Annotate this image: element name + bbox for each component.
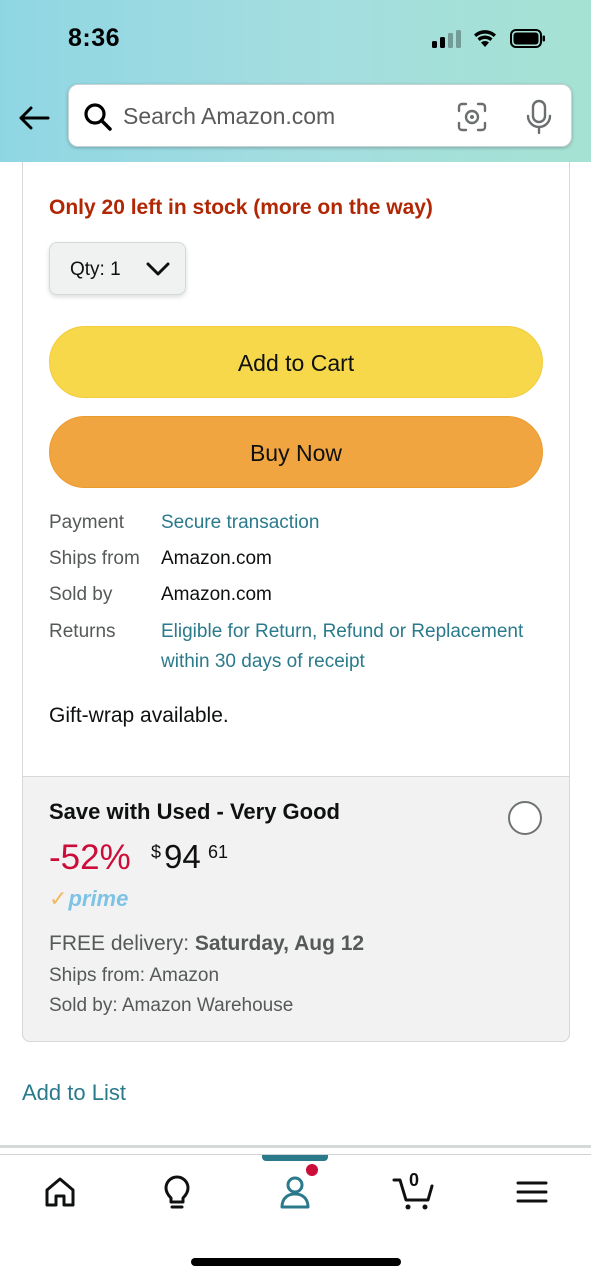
home-icon[interactable] [40,1172,80,1212]
ships-from-value: Amazon.com [161,548,272,569]
prime-check-icon: ✓ [49,886,68,911]
buy-now-button[interactable]: Buy Now [49,416,543,488]
search-bar[interactable] [68,84,572,147]
header-bar: 8:36 [0,0,591,162]
sold-by-value: Amazon.com [161,584,272,605]
cart-count: 0 [409,1170,420,1190]
microphone-icon[interactable] [524,99,554,135]
cellular-signal-icon [432,30,462,48]
camera-scan-icon[interactable] [456,101,488,133]
wifi-icon [474,30,496,47]
back-arrow-icon[interactable] [16,100,52,136]
lightbulb-icon[interactable] [157,1172,197,1212]
quantity-label: Qty: 1 [70,259,121,280]
used-offer-title: Save with Used - Very Good [49,799,340,824]
used-ships-from: Ships from: Amazon [49,965,220,986]
returns-policy-link[interactable]: Eligible for Return, Refund or Replaceme… [161,621,523,673]
prime-badge: ✓prime [49,886,129,911]
payment-label: Payment [49,512,124,533]
delivery-info: FREE delivery: Saturday, Aug 12 [49,932,365,955]
secure-transaction-link[interactable]: Secure transaction [161,512,319,534]
ships-from-label: Ships from [49,548,140,569]
battery-icon [510,29,545,48]
chevron-down-icon [146,262,170,276]
quantity-value: 1 [110,259,121,280]
menu-icon[interactable] [512,1172,552,1212]
stock-message: Only 20 left in stock (more on the way) [49,196,433,219]
divider [0,1145,591,1148]
discount-percent: -52% [49,838,131,877]
used-sold-by: Sold by: Amazon Warehouse [49,995,294,1016]
add-to-cart-button[interactable]: Add to Cart [49,326,543,398]
home-indicator[interactable] [191,1258,401,1266]
gift-wrap-note: Gift-wrap available. [49,704,229,727]
active-tab-indicator [262,1155,328,1161]
sold-by-label: Sold by [49,584,113,605]
account-icon[interactable] [275,1172,315,1212]
search-icon [84,103,112,131]
quantity-dropdown[interactable]: Qty: 1 [49,242,186,295]
status-time: 8:36 [68,24,121,52]
used-offer-radio[interactable] [508,801,542,835]
add-to-list-link[interactable]: Add to List [22,1080,126,1106]
notification-dot [306,1164,318,1176]
search-input[interactable] [123,97,443,135]
returns-label: Returns [49,621,116,642]
